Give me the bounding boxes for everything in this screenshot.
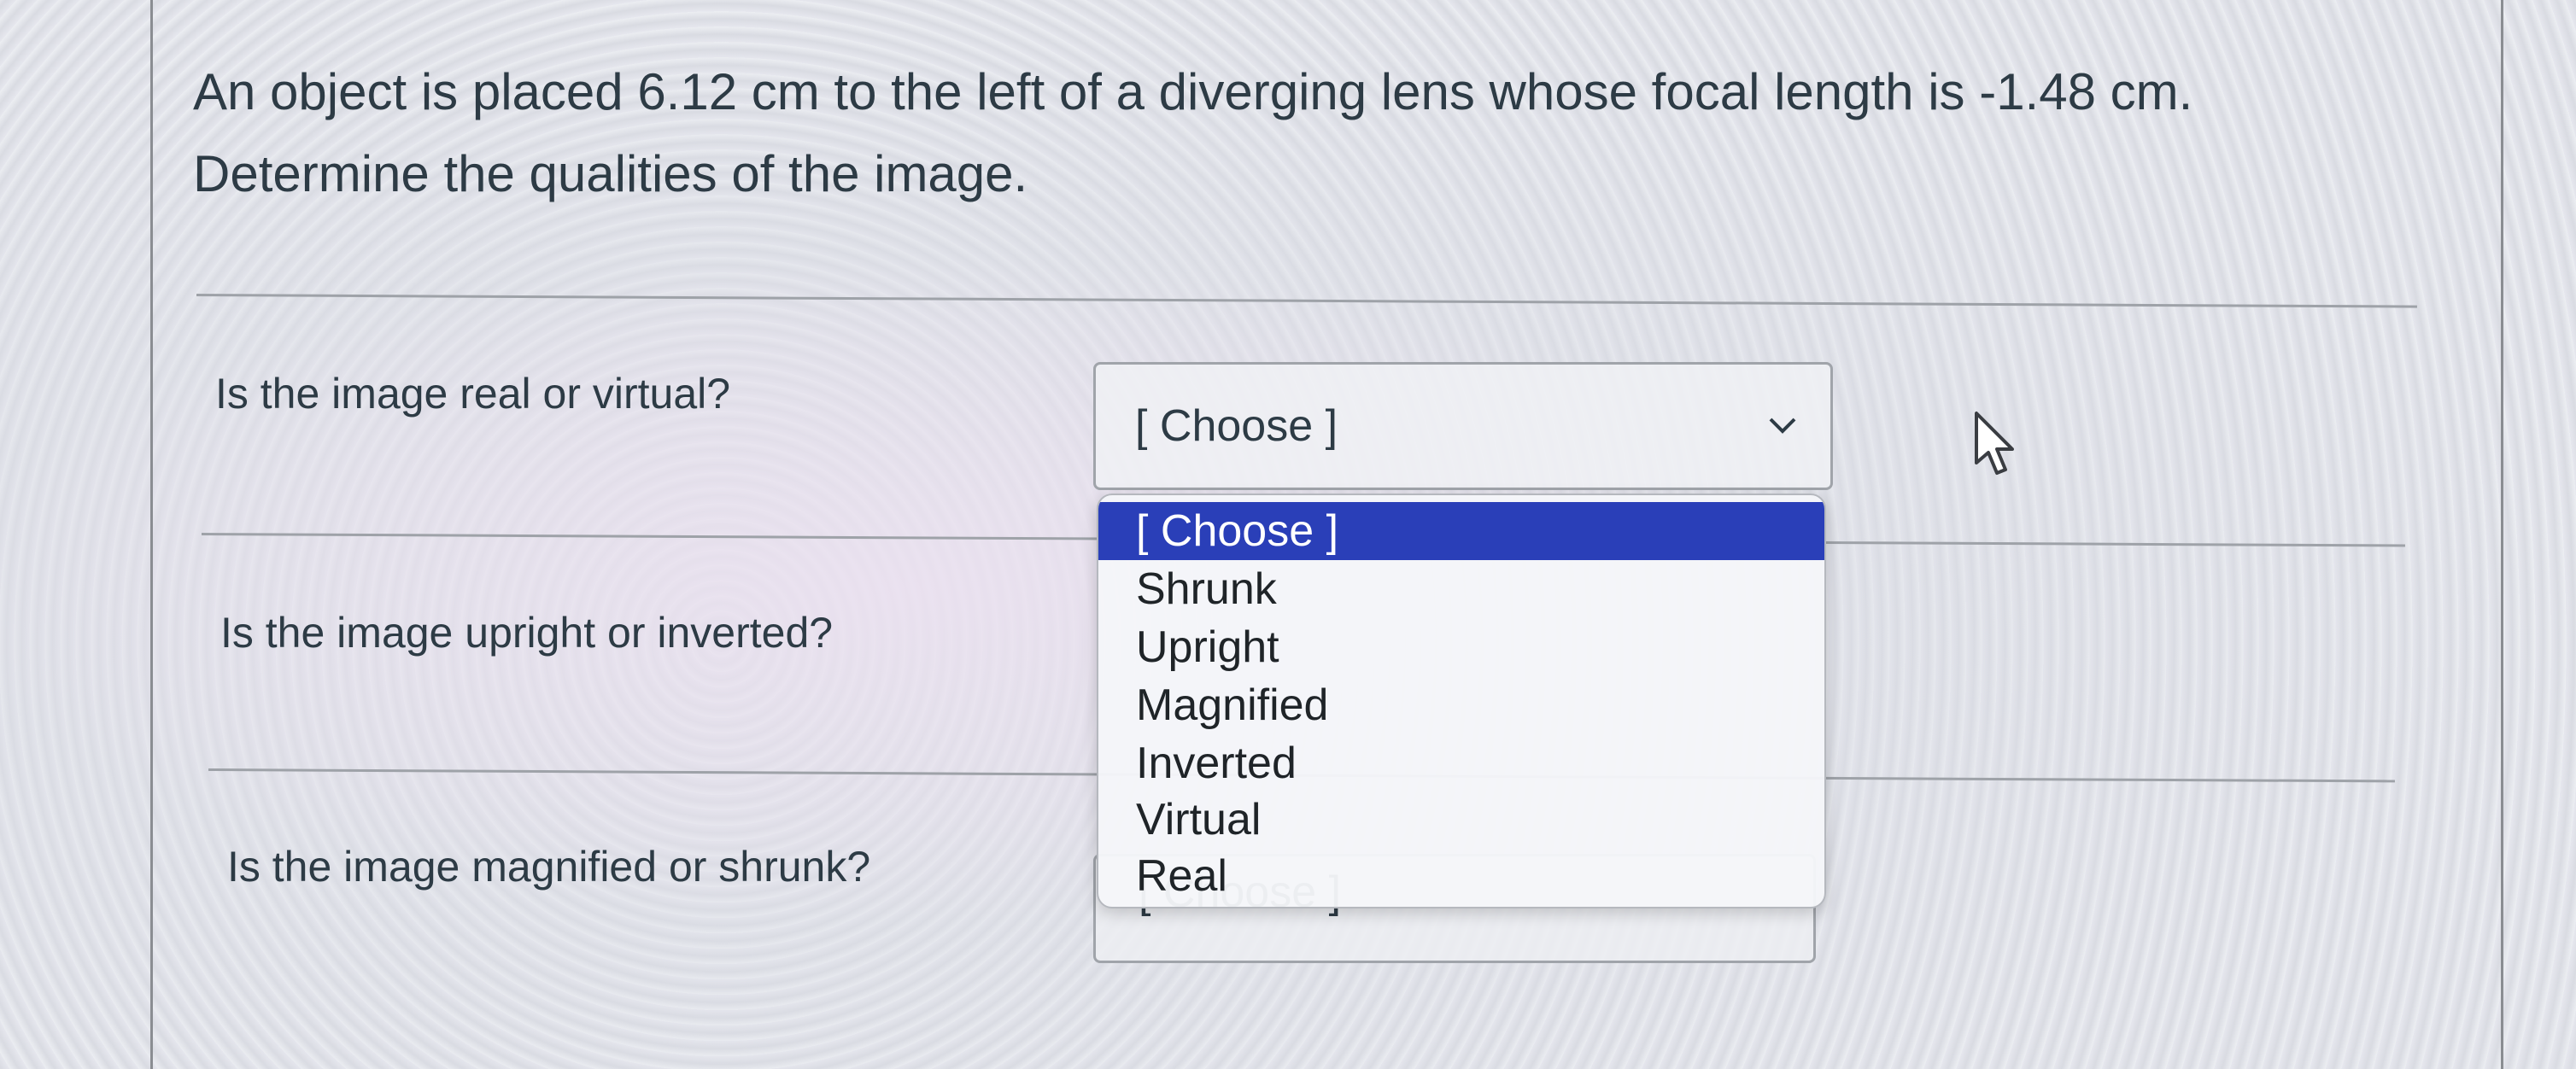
select-value: [ Choose ] [1135,401,1338,451]
question-line-2: Determine the qualities of the image. [193,145,1028,202]
chevron-down-icon [1769,418,1796,434]
prompt-magnified-or-shrunk: Is the image magnified or shrunk? [227,843,871,891]
dropdown-option[interactable]: Virtual [1098,791,1824,849]
dropdown-option[interactable]: Shrunk [1098,560,1824,618]
divider-top [196,294,2417,308]
mouse-pointer-icon [1975,412,2014,475]
prompt-real-or-virtual: Is the image real or virtual? [215,370,731,418]
dropdown-option[interactable]: Real [1098,847,1824,905]
dropdown-option[interactable]: Inverted [1098,734,1824,792]
dropdown-options-list[interactable]: [ Choose ] Shrunk Upright Magnified Inve… [1097,494,1826,908]
prompt-upright-or-inverted: Is the image upright or inverted? [220,609,834,657]
question-text: An object is placed 6.12 cm to the left … [193,51,2414,215]
dropdown-option[interactable]: [ Choose ] [1098,502,1824,560]
select-real-or-virtual[interactable]: [ Choose ] [1093,362,1833,490]
dropdown-option[interactable]: Upright [1098,618,1824,676]
content-frame-left-border [150,0,153,1069]
content-frame-right-border [2501,0,2503,1069]
question-line-1: An object is placed 6.12 cm to the left … [193,63,2193,120]
dropdown-option[interactable]: Magnified [1098,676,1824,734]
